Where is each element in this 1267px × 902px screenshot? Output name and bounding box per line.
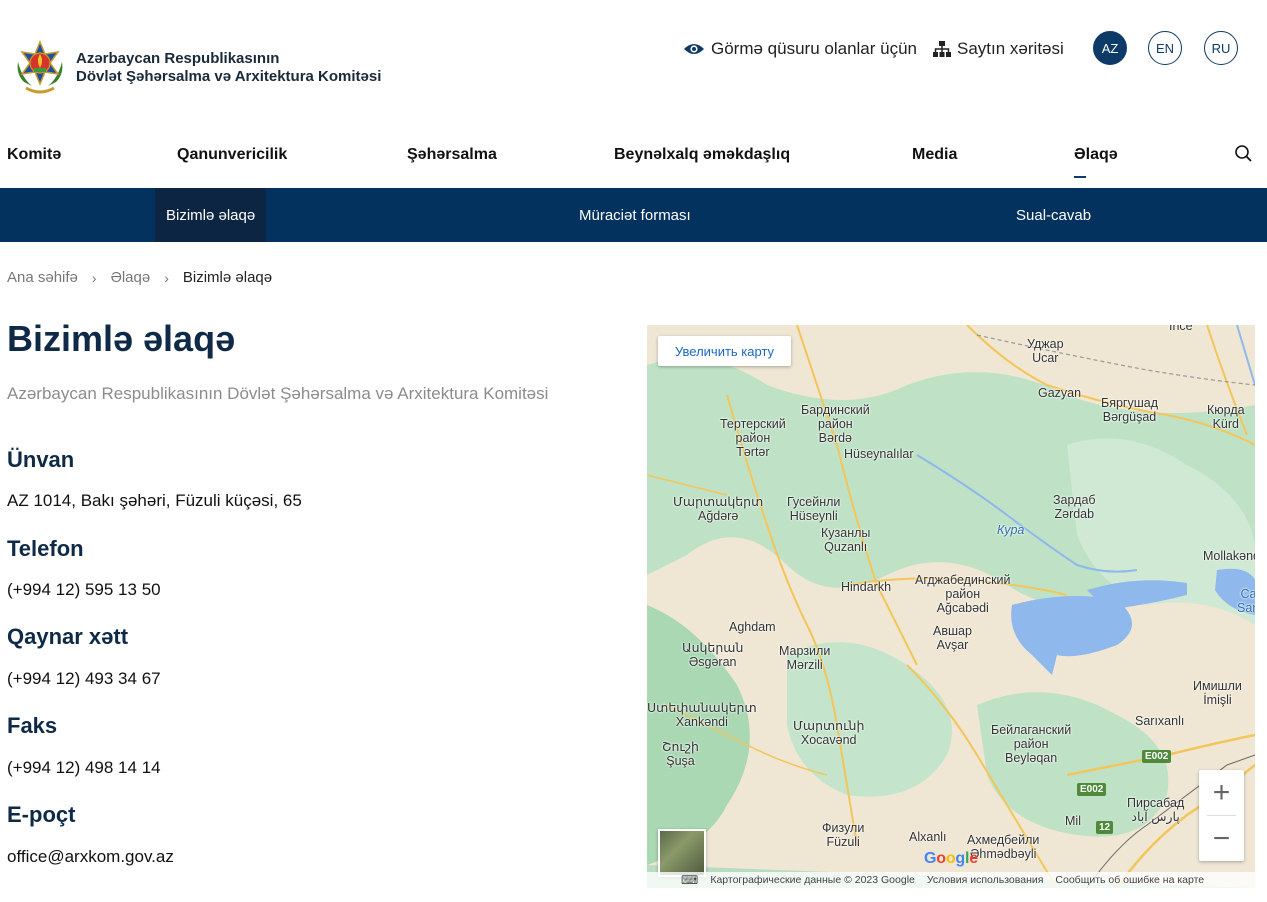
breadcrumb-home[interactable]: Ana səhifə bbox=[7, 269, 78, 286]
breadcrumb: Ana səhifə › Əlaqə › Bizimlə əlaqə bbox=[7, 269, 272, 286]
map-label-mollakend: Mollakənd bbox=[1203, 549, 1255, 563]
address-value: AZ 1014, Bakı şəhəri, Füzuli küçəsi, 65 bbox=[7, 491, 302, 510]
hotline-value[interactable]: (+994 12) 493 34 67 bbox=[7, 669, 161, 689]
lang-en-button[interactable]: EN bbox=[1148, 31, 1182, 65]
page-title: Bizimlə əlaqə bbox=[7, 318, 236, 359]
breadcrumb-current: Bizimlə əlaqə bbox=[182, 269, 273, 286]
map-data-attribution: Картографические данные © 2023 Google bbox=[710, 874, 915, 886]
map-label-kura-river: Кура bbox=[997, 523, 1025, 537]
map-label-barda: Бардинский район Bərdə bbox=[801, 403, 870, 445]
site-header: Azərbaycan Respublikasının Dövlət Şəhərs… bbox=[0, 0, 1267, 120]
report-error-link[interactable]: Сообщить об ошибке на карте bbox=[1055, 874, 1204, 886]
phone-value[interactable]: (+994 12) 595 13 50 bbox=[7, 580, 161, 600]
map-label-ince: İnce bbox=[1169, 325, 1193, 333]
chevron-right-icon: › bbox=[91, 269, 97, 286]
organization-name[interactable]: Azərbaycan Respublikasının Dövlət Şəhərs… bbox=[76, 50, 381, 86]
map-attribution-bar: ⌨ Картографические данные © 2023 Google … bbox=[647, 872, 1255, 888]
map-label-parsabad: Пирсабад پارس آباد bbox=[1127, 796, 1185, 824]
subnav-item-bizimle-elaqe[interactable]: Bizimlə əlaqə bbox=[155, 188, 267, 242]
map-label-ucar: Уджар Ucar bbox=[1027, 337, 1064, 365]
nav-item-beynelxalq[interactable]: Beynəlxalq əməkdaşlıq bbox=[614, 146, 790, 164]
page-subtitle: Azərbaycan Respublikasının Dövlət Şəhərs… bbox=[7, 384, 549, 403]
email-label: E-poçt bbox=[7, 802, 76, 827]
map-label-fuzuli: Физули Füzuli bbox=[822, 821, 865, 849]
map-label-terter: Тертерский район Tərtər bbox=[720, 417, 786, 459]
nav-item-media[interactable]: Media bbox=[912, 146, 957, 164]
google-map[interactable]: İnce Уджар Ucar Gazyan Бяргушад Bərgüşad… bbox=[647, 325, 1255, 888]
search-icon bbox=[1234, 145, 1254, 168]
org-name-line1: Azərbaycan Respublikasının bbox=[76, 50, 280, 67]
map-label-avshar: Авшар Avşar bbox=[933, 624, 972, 652]
nav-item-seharsalma[interactable]: Şəhərsalma bbox=[407, 146, 497, 164]
eye-icon bbox=[683, 42, 705, 56]
lang-ru-button[interactable]: RU bbox=[1204, 31, 1238, 65]
road-shield-12: 12 bbox=[1096, 821, 1114, 834]
map-label-sarykhanli: Sarıxanlı bbox=[1135, 714, 1185, 728]
nav-item-elaqe[interactable]: Əlaqə bbox=[1074, 146, 1118, 178]
map-label-zardab: Зардаб Zərdab bbox=[1053, 493, 1096, 521]
fax-value: (+994 12) 498 14 14 bbox=[7, 758, 161, 777]
nav-item-komite[interactable]: Komitə bbox=[7, 146, 61, 164]
address-label: Ünvan bbox=[7, 447, 75, 472]
map-label-marzili: Марзили Mərzili bbox=[779, 644, 831, 672]
main-navigation: Komitə Qanunvericilik Şəhərsalma Beynəlx… bbox=[0, 140, 1267, 178]
zoom-in-button[interactable]: + bbox=[1199, 770, 1244, 815]
nav-item-qanunvericilik[interactable]: Qanunvericilik bbox=[177, 146, 287, 164]
map-label-kurda: Кюрда Kürd bbox=[1207, 403, 1245, 431]
map-label-guseynli: Гусейнли Hüseynli bbox=[787, 495, 841, 523]
zoom-out-button[interactable]: − bbox=[1199, 816, 1244, 861]
satellite-toggle-button[interactable] bbox=[658, 829, 706, 877]
map-label-bargushad: Бяргушад Bərgüşad bbox=[1101, 396, 1159, 424]
search-button[interactable] bbox=[1234, 144, 1254, 164]
map-label-kuzanly: Кузанлы Quzanlı bbox=[821, 526, 871, 554]
map-label-aghdam: Aghdam bbox=[729, 620, 776, 634]
subnav-item-sual-cavab[interactable]: Sual-cavab bbox=[1016, 188, 1091, 242]
map-label-khankendi: Ստեփանակերտ Xankəndi bbox=[647, 701, 757, 729]
sitemap-label: Saytın xəritəsi bbox=[957, 39, 1064, 58]
terms-link[interactable]: Условия использования bbox=[927, 874, 1044, 886]
breadcrumb-elaqe[interactable]: Əlaqə bbox=[111, 269, 151, 286]
sub-navigation: Bizimlə əlaqə Müraciət forması Sual-cava… bbox=[0, 188, 1267, 242]
keyboard-icon[interactable]: ⌨ bbox=[681, 873, 698, 887]
hotline-label: Qaynar xətt bbox=[7, 624, 129, 649]
email-value[interactable]: office@arxkom.gov.az bbox=[7, 847, 174, 867]
road-shield-e002: E002 bbox=[1142, 750, 1172, 763]
map-label-agdara: Մարտակերտ Ağdərə bbox=[673, 495, 764, 523]
map-label-agjabedi: Агджабединский район Ağcabədi bbox=[915, 573, 1011, 615]
google-logo: Google bbox=[924, 850, 978, 867]
map-label-alkhanly: Alxanlı bbox=[909, 830, 947, 844]
chevron-right-icon: › bbox=[164, 269, 169, 286]
map-label-shusha: Շուշի Şuşa bbox=[662, 740, 699, 768]
road-shield-e002: E002 bbox=[1077, 783, 1107, 796]
enlarge-map-button[interactable]: Увеличить карту bbox=[658, 336, 792, 366]
coat-of-arms-logo[interactable] bbox=[12, 38, 68, 98]
map-label-imishli: Имишли İmişli bbox=[1193, 679, 1242, 707]
map-label-huseynalilar: Hüseynalılar bbox=[844, 447, 914, 461]
phone-label: Telefon bbox=[7, 536, 84, 561]
map-label-gazyan: Gazyan bbox=[1038, 386, 1082, 400]
visually-impaired-link[interactable]: Görmə qüsuru olanlar üçün bbox=[683, 39, 917, 59]
fax-label: Faks bbox=[7, 713, 58, 738]
sitemap-link[interactable]: Saytın xəritəsi bbox=[933, 39, 1064, 59]
map-label-hindarkh: Hindarkh bbox=[841, 580, 892, 594]
map-label-cas: Ca Sarı bbox=[1237, 587, 1255, 615]
map-label-khojavend: Մարտունի Xocavənd bbox=[793, 719, 865, 747]
org-name-line2: Dövlət Şəhərsalma və Arxitektura Komitəs… bbox=[76, 68, 382, 85]
visually-impaired-label: Görmə qüsuru olanlar üçün bbox=[711, 39, 918, 58]
map-label-asgaran: Ասկերան Əsgəran bbox=[682, 641, 744, 669]
map-label-beylagan: Бейлаганский район Beyləqan bbox=[991, 723, 1072, 765]
map-label-mil: Mil bbox=[1065, 814, 1081, 828]
subnav-item-muraciet-formasi[interactable]: Müraciət forması bbox=[579, 188, 691, 242]
utility-links: Görmə qüsuru olanlar üçün Saytın xəritəs… bbox=[683, 36, 1080, 62]
sitemap-icon bbox=[933, 41, 952, 57]
zoom-controls: + − bbox=[1199, 770, 1244, 861]
lang-az-button[interactable]: AZ bbox=[1093, 31, 1127, 65]
